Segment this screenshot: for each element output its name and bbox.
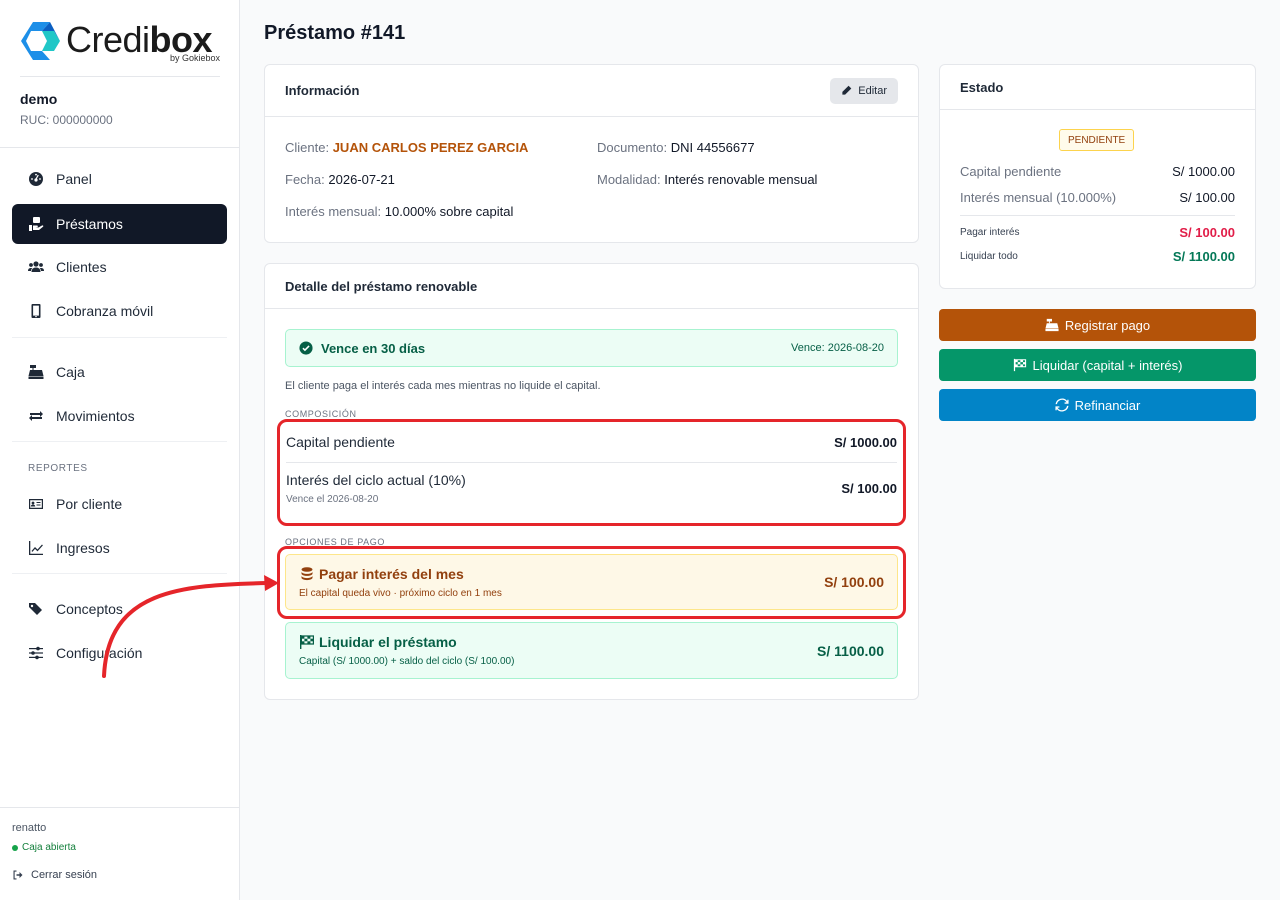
info-card-header: Información Editar	[265, 65, 918, 117]
annotation-highlight-composition	[277, 419, 906, 526]
checkered-flag-icon	[300, 635, 314, 649]
client-name-link[interactable]: JUAN CARLOS PEREZ GARCIA	[333, 140, 529, 155]
settle-button[interactable]: Liquidar (capital + interés)	[939, 349, 1256, 381]
sidebar-item-label: Movimientos	[56, 408, 135, 424]
username: renatto	[12, 822, 47, 834]
status-divider	[960, 215, 1235, 216]
brand-by: by Gokiebox	[169, 53, 220, 63]
renewal-note: El cliente paga el interés cada mes mien…	[285, 380, 601, 392]
modalidad-row: Modalidad: Interés renovable mensual	[597, 172, 818, 187]
sidebar-item-label: Por cliente	[56, 496, 123, 512]
id-card-icon	[28, 496, 44, 512]
status-badge: PENDIENTE	[1059, 129, 1135, 151]
settle-loan-option[interactable]: Liquidar el préstamo Capital (S/ 1000.00…	[285, 622, 898, 679]
sidebar: Credibox by Gokiebox demo RUC: 000000000…	[0, 0, 240, 900]
org-ruc: RUC: 000000000	[20, 113, 113, 127]
sidebar-item-prestamos[interactable]: Préstamos	[12, 204, 227, 244]
dashboard-gauge-icon	[28, 171, 44, 187]
sidebar-item-label: Ingresos	[56, 540, 110, 556]
pencil-icon	[842, 85, 852, 95]
arrows-left-right-icon	[28, 408, 44, 424]
status-card: Estado PENDIENTE Capital pendiente S/ 100…	[939, 64, 1256, 289]
detail-card-title: Detalle del préstamo renovable	[285, 278, 478, 294]
sidebar-item-movimientos[interactable]: Movimientos	[12, 396, 227, 436]
sidebar-item-clientes[interactable]: Clientes	[12, 247, 227, 287]
sidebar-item-label: Conceptos	[56, 601, 123, 617]
status-capital-row: Capital pendiente S/ 1000.00	[960, 164, 1235, 179]
status-card-title: Estado	[960, 79, 1004, 95]
tags-icon	[28, 601, 44, 617]
sidebar-item-label: Caja	[56, 364, 85, 380]
credibox-logo[interactable]: Credibox by Gokiebox	[20, 20, 220, 64]
page-title: Préstamo #141	[264, 22, 406, 44]
mobile-phone-icon	[28, 303, 44, 319]
documento-row: Documento: DNI 44556677	[597, 140, 755, 155]
sidebar-item-ingresos[interactable]: Ingresos	[12, 528, 227, 568]
nav-section-reportes: REPORTES	[28, 463, 88, 474]
sidebar-footer: renatto Caja abierta Cerrar sesión	[0, 807, 239, 895]
organization-info: demo RUC: 000000000	[20, 76, 220, 127]
refinance-button[interactable]: Refinanciar	[939, 389, 1256, 421]
status-dot-icon	[12, 844, 18, 851]
info-card-title: Información	[285, 83, 360, 98]
composicion-label: COMPOSICIÓN	[285, 409, 357, 419]
sidebar-item-por-cliente[interactable]: Por cliente	[12, 484, 227, 524]
nav-divider	[12, 441, 227, 442]
users-icon	[28, 259, 44, 275]
nav-divider	[12, 573, 227, 574]
nav-divider	[12, 337, 227, 338]
sidebar-item-label: Configuración	[56, 645, 143, 661]
sidebar-item-conceptos[interactable]: Conceptos	[12, 589, 227, 629]
register-payment-button[interactable]: Registrar pago	[939, 309, 1256, 341]
info-card: Información Editar Cliente: JUAN CARLOS …	[264, 64, 919, 243]
caja-status: Caja abierta	[12, 842, 227, 853]
cash-register-icon	[1045, 318, 1059, 332]
interes-row: Interés mensual: 10.000% sobre capital	[285, 204, 514, 219]
cliente-row: Cliente: JUAN CARLOS PEREZ GARCIA	[285, 140, 529, 155]
org-name: demo	[20, 91, 58, 107]
sidebar-item-label: Clientes	[56, 259, 107, 275]
status-card-header: Estado	[940, 65, 1255, 110]
hand-holding-money-icon	[28, 216, 44, 232]
credibox-logo-icon	[21, 22, 60, 60]
sidebar-item-label: Panel	[56, 171, 92, 187]
detail-card-header: Detalle del préstamo renovable	[265, 264, 918, 309]
annotation-highlight-interest-option	[277, 546, 906, 619]
sidebar-divider	[0, 147, 239, 148]
refresh-icon	[1055, 398, 1069, 412]
logout-link[interactable]: Cerrar sesión	[12, 869, 227, 881]
sidebar-item-label: Préstamos	[56, 216, 123, 232]
sidebar-item-panel[interactable]: Panel	[12, 159, 227, 199]
check-circle-icon	[299, 341, 313, 355]
sidebar-item-configuracion[interactable]: Configuración	[12, 633, 227, 673]
line-chart-icon	[28, 540, 44, 556]
sidebar-item-label: Cobranza móvil	[56, 303, 154, 319]
status-interes-row: Interés mensual (10.000%) S/ 100.00	[960, 190, 1235, 205]
cash-register-icon	[28, 364, 44, 380]
sidebar-item-caja[interactable]: Caja	[12, 352, 227, 392]
status-pagar-row: Pagar interés S/ 100.00	[960, 225, 1235, 240]
status-liquidar-row: Liquidar todo S/ 1100.00	[960, 249, 1235, 264]
fecha-row: Fecha: 2026-07-21	[285, 172, 395, 187]
due-alert: Vence en 30 días Vence: 2026-08-20	[285, 329, 898, 367]
checkered-flag-icon	[1013, 358, 1026, 372]
edit-button[interactable]: Editar	[830, 77, 898, 104]
due-date: Vence: 2026-08-20	[791, 342, 884, 354]
logout-icon	[13, 870, 23, 880]
sidebar-item-cobranza[interactable]: Cobranza móvil	[12, 291, 227, 331]
sliders-icon	[28, 645, 44, 661]
